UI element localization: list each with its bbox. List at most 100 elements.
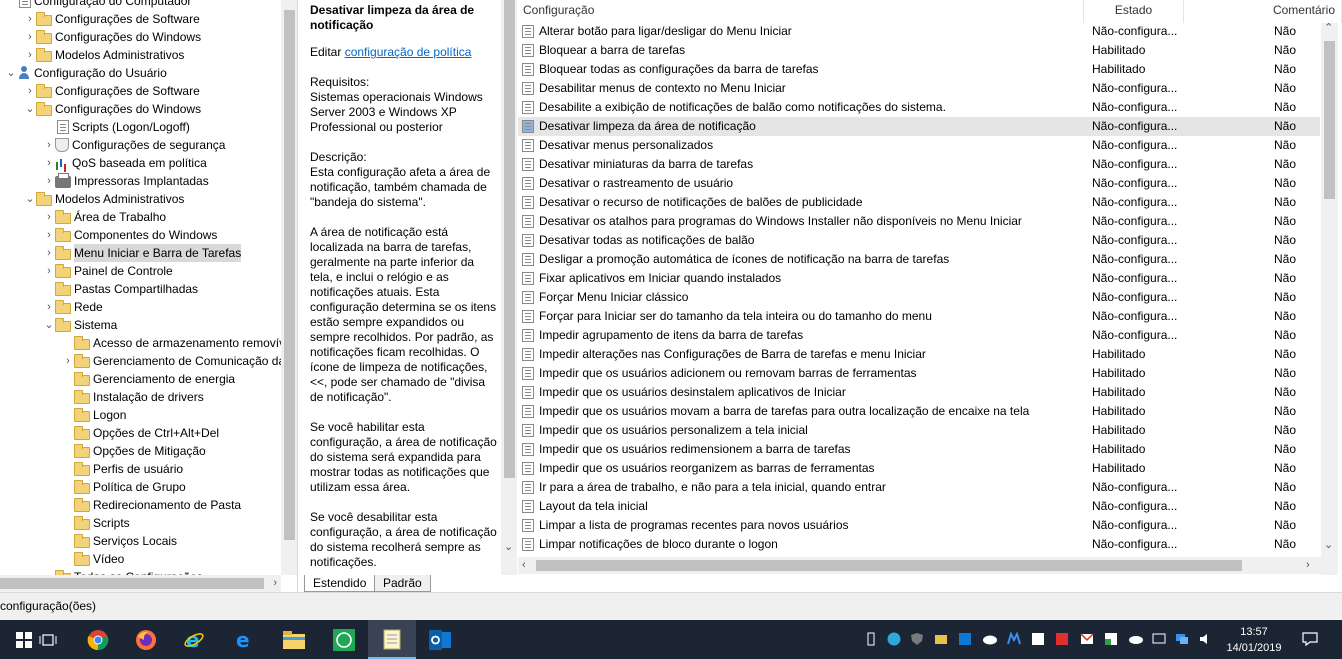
tab-standard[interactable]: Padrão (374, 575, 431, 592)
expand-chevron-icon[interactable]: › (43, 244, 55, 262)
tree-item[interactable]: Pastas Compartilhadas (43, 280, 198, 298)
tree-item[interactable]: ⌄ Modelos Administrativos (24, 190, 184, 208)
volume-icon[interactable] (1199, 632, 1213, 646)
tree-item[interactable]: Gerenciamento de energia (62, 370, 235, 388)
tree-item[interactable]: › Configurações de segurança (43, 136, 225, 154)
setting-row[interactable]: Fixar aplicativos em Iniciar quando inst… (518, 269, 1320, 288)
setting-row[interactable]: Impedir agrupamento de itens da barra de… (518, 326, 1320, 345)
gmail-icon[interactable] (1080, 632, 1094, 646)
tree-item[interactable]: Perfis de usuário (62, 460, 183, 478)
notepad-icon[interactable] (368, 620, 416, 659)
setting-row[interactable]: Limpar notificações de bloco durante o l… (518, 535, 1320, 554)
column-header-state[interactable]: Estado (1084, 0, 1184, 23)
calendar-icon[interactable] (1031, 632, 1045, 646)
expand-chevron-icon[interactable]: › (24, 82, 36, 100)
tree-item[interactable]: › Configurações de Software (24, 10, 200, 28)
setting-row[interactable]: Forçar Menu Iniciar clássico Não-configur… (518, 288, 1320, 307)
setting-row[interactable]: Impedir que os usuários adicionem ou rem… (518, 364, 1320, 383)
setting-row[interactable]: Desativar os atalhos para programas do W… (518, 212, 1320, 231)
tree-horizontal-scrollbar[interactable]: › (0, 575, 281, 592)
expand-chevron-icon[interactable]: › (43, 136, 55, 154)
setting-row[interactable]: Forçar para Iniciar ser do tamanho da te… (518, 307, 1320, 326)
clock[interactable]: 13:57 14/01/2019 (1218, 624, 1290, 656)
tree-item[interactable]: ⌄ Sistema (43, 316, 117, 334)
scroll-down-arrow-icon[interactable]: ⌄ (1324, 538, 1333, 551)
shield-tray-icon[interactable] (910, 632, 924, 646)
tree-item[interactable]: Redirecionamento de Pasta (62, 496, 241, 514)
tree-item[interactable]: ⌄ Configurações do Windows (24, 100, 201, 118)
setting-row[interactable]: Desabilite a exibição de notificações de… (518, 98, 1320, 117)
expand-chevron-icon[interactable]: › (24, 10, 36, 28)
device-icon[interactable] (1152, 632, 1166, 646)
description-scrollbar-thumb[interactable] (504, 0, 515, 478)
expand-chevron-icon[interactable]: › (43, 262, 55, 280)
red-app-icon[interactable] (1055, 632, 1069, 646)
expand-chevron-icon[interactable]: › (43, 172, 55, 190)
collapse-chevron-icon[interactable]: ⌄ (5, 64, 17, 82)
scroll-right-arrow-icon[interactable]: › (273, 575, 277, 592)
expand-chevron-icon[interactable]: › (62, 352, 74, 370)
setting-row[interactable]: Desligar a promoção automática de ícones… (518, 250, 1320, 269)
list-vertical-scrollbar[interactable]: ⌃ ⌄ (1321, 21, 1338, 575)
tree-item[interactable]: ⌄ Configuração do Usuário (5, 64, 167, 82)
firefox-icon[interactable] (122, 620, 170, 659)
setting-row[interactable]: Impedir que os usuários movam a barra de… (518, 402, 1320, 421)
chrome-icon[interactable] (74, 620, 122, 659)
tree-item[interactable]: Scripts (62, 514, 130, 532)
tree-item[interactable]: › Componentes do Windows (43, 226, 217, 244)
expand-chevron-icon[interactable]: › (24, 46, 36, 64)
description-scrollbar[interactable]: ⌄ (501, 0, 517, 575)
task-view-icon[interactable] (24, 620, 72, 659)
expand-chevron-icon[interactable]: › (43, 208, 55, 226)
expand-chevron-icon[interactable]: › (24, 28, 36, 46)
telegram-icon[interactable] (887, 632, 901, 646)
tree-item[interactable]: Instalação de drivers (62, 388, 204, 406)
collapse-chevron-icon[interactable]: ⌄ (43, 316, 55, 334)
scroll-up-arrow-icon[interactable]: ⌃ (1324, 21, 1333, 34)
tree-vertical-scrollbar[interactable] (281, 0, 297, 575)
collapse-chevron-icon[interactable]: ⌄ (24, 100, 36, 118)
setting-row[interactable]: Impedir alterações nas Configurações de … (518, 345, 1320, 364)
scroll-right-arrow-icon[interactable]: › (1306, 559, 1310, 571)
tree-item[interactable]: › QoS baseada em política (43, 154, 207, 172)
security-shield-icon[interactable] (1104, 632, 1118, 646)
setting-row[interactable]: Impedir que os usuários reorganizem as b… (518, 459, 1320, 478)
column-header-setting[interactable]: Configuração (518, 0, 1084, 23)
expand-chevron-icon[interactable]: › (43, 298, 55, 316)
setting-row[interactable]: Desativar todas as notificações de balão… (518, 231, 1320, 250)
tree-item[interactable]: › Configurações de Software (24, 82, 200, 100)
tree-item[interactable]: › Área de Trabalho (43, 208, 166, 226)
action-center-icon[interactable] (1302, 631, 1318, 647)
setting-row[interactable]: Alterar botão para ligar/desligar do Men… (518, 22, 1320, 41)
setting-row[interactable]: Desativar menus personalizados Não-config… (518, 136, 1320, 155)
outlook-icon[interactable] (416, 620, 464, 659)
tree-item[interactable]: Configuração do Computador (5, 0, 191, 10)
tree-item[interactable]: › Modelos Administrativos (24, 46, 184, 64)
collapse-chevron-icon[interactable]: ⌄ (24, 190, 36, 208)
setting-row[interactable]: Impedir que os usuários desinstalem apli… (518, 383, 1320, 402)
list-hscrollbar-thumb[interactable] (536, 560, 1242, 571)
tree-item[interactable]: › Menu Iniciar e Barra de Tarefas (43, 244, 242, 262)
edge-icon[interactable]: e (220, 620, 268, 659)
tree-item[interactable]: Acesso de armazenamento removível (62, 334, 294, 352)
list-horizontal-scrollbar[interactable]: ‹ › (518, 557, 1321, 574)
tree-item[interactable]: Opções de Mitigação (62, 442, 206, 460)
whatsapp-icon[interactable] (320, 620, 368, 659)
tree-item[interactable]: Logon (62, 406, 126, 424)
expand-chevron-icon[interactable]: › (43, 154, 55, 172)
setting-row[interactable]: Layout da tela inicial Não-configura... Nã… (518, 497, 1320, 516)
setting-row[interactable]: Ir para a área de trabalho, e não para a… (518, 478, 1320, 497)
setting-row[interactable]: Impedir que os usuários personalizem a t… (518, 421, 1320, 440)
mail-icon[interactable] (934, 632, 948, 646)
setting-row[interactable]: Desativar o recurso de notificações de b… (518, 193, 1320, 212)
malwarebytes-icon[interactable] (1007, 631, 1021, 646)
cloud-upload-icon[interactable] (982, 632, 997, 646)
scroll-down-arrow-icon[interactable]: ⌄ (504, 540, 513, 553)
tree-item[interactable]: Vídeo (62, 550, 124, 568)
setting-row[interactable]: Desativar limpeza da área de notificação… (518, 117, 1320, 136)
column-header-comment[interactable]: Comentário (1184, 0, 1342, 23)
tree-hscrollbar-thumb[interactable] (0, 578, 264, 589)
setting-row[interactable]: Desativar miniaturas da barra de tarefas… (518, 155, 1320, 174)
list-scrollbar-thumb[interactable] (1324, 41, 1335, 199)
usb-icon[interactable] (864, 632, 878, 646)
